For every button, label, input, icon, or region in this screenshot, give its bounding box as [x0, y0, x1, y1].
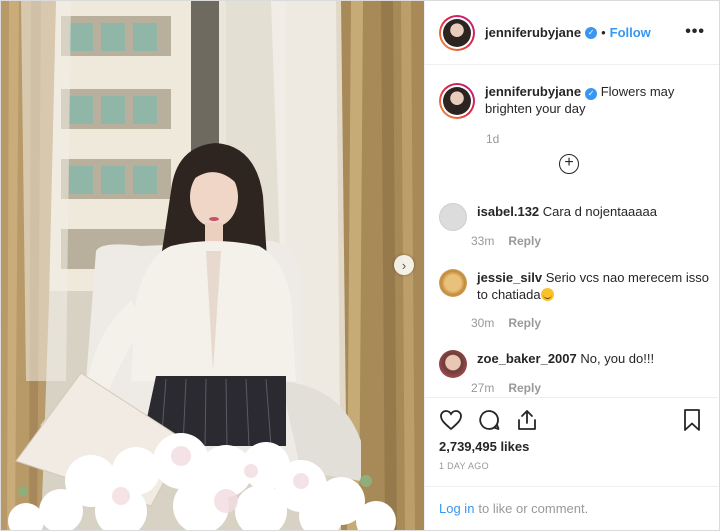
more-options-icon[interactable]: ••• — [685, 23, 705, 41]
comment-item: zoe_baker_2007 No, you do!!! — [439, 350, 709, 378]
heart-icon[interactable] — [439, 408, 463, 432]
comment-age: 27m — [471, 381, 495, 395]
next-arrow-icon[interactable]: › — [394, 255, 414, 275]
follow-button[interactable]: Follow — [610, 25, 651, 40]
comment-text: No, you do!!! — [580, 351, 655, 366]
instagram-post-embed: › jenniferubyjane ✓ • Follow ••• jennife… — [0, 0, 720, 531]
actions-bar: 2,739,495 likes 1 DAY AGO — [425, 397, 718, 471]
post-caption: jenniferubyjane ✓ Flowers may brighten yo… — [439, 83, 709, 119]
emoji-icon — [540, 288, 554, 301]
post-header: jenniferubyjane ✓ • Follow — [425, 1, 719, 65]
caption-age: 1d — [486, 132, 500, 146]
comment-item: jessie_silv Serio vcs nao merecem isso t… — [439, 269, 709, 303]
comment-avatar[interactable] — [439, 350, 467, 378]
verified-badge-icon: ✓ — [585, 88, 598, 100]
comment-age: 30m — [471, 316, 495, 330]
caption-avatar[interactable] — [439, 83, 475, 119]
bookmark-icon[interactable] — [680, 408, 704, 432]
header-separator: • — [601, 25, 606, 40]
comment-avatar[interactable] — [439, 203, 467, 231]
reply-button[interactable]: Reply — [508, 234, 541, 248]
share-icon[interactable] — [515, 408, 539, 432]
comment-meta: 27m Reply — [471, 381, 541, 395]
comment-item: isabel.132 Cara d nojentaaaaa — [439, 203, 709, 231]
likes-count[interactable]: 2,739,495 likes — [439, 439, 529, 454]
verified-badge-icon: ✓ — [585, 26, 598, 39]
login-prompt-text: to like or comment. — [478, 501, 589, 516]
author-avatar[interactable] — [439, 14, 475, 51]
post-photo[interactable]: › — [1, 1, 424, 530]
comment-text: Cara d nojentaaaaa — [542, 204, 657, 219]
reply-button[interactable]: Reply — [508, 381, 541, 395]
comment-age: 33m — [471, 234, 495, 248]
post-timestamp: 1 DAY AGO — [439, 461, 489, 471]
add-circle-icon[interactable]: + — [559, 154, 579, 174]
comment-username[interactable]: isabel.132 — [477, 204, 539, 219]
comment-username[interactable]: zoe_baker_2007 — [477, 351, 577, 366]
comment-username[interactable]: jessie_silv — [477, 270, 542, 285]
comment-icon[interactable] — [477, 408, 501, 432]
comment-meta: 30m Reply — [471, 316, 541, 330]
login-bar: Log in to like or comment. — [425, 486, 718, 530]
reply-button[interactable]: Reply — [508, 316, 541, 330]
author-username[interactable]: jenniferubyjane — [485, 25, 581, 40]
photo-illustration — [1, 1, 424, 530]
post-side-panel: jenniferubyjane ✓ • Follow ••• jenniferu… — [424, 1, 719, 530]
login-link[interactable]: Log in — [439, 501, 474, 516]
comment-meta: 33m Reply — [471, 234, 541, 248]
comment-avatar[interactable] — [439, 269, 467, 297]
caption-username[interactable]: jenniferubyjane — [485, 84, 581, 99]
